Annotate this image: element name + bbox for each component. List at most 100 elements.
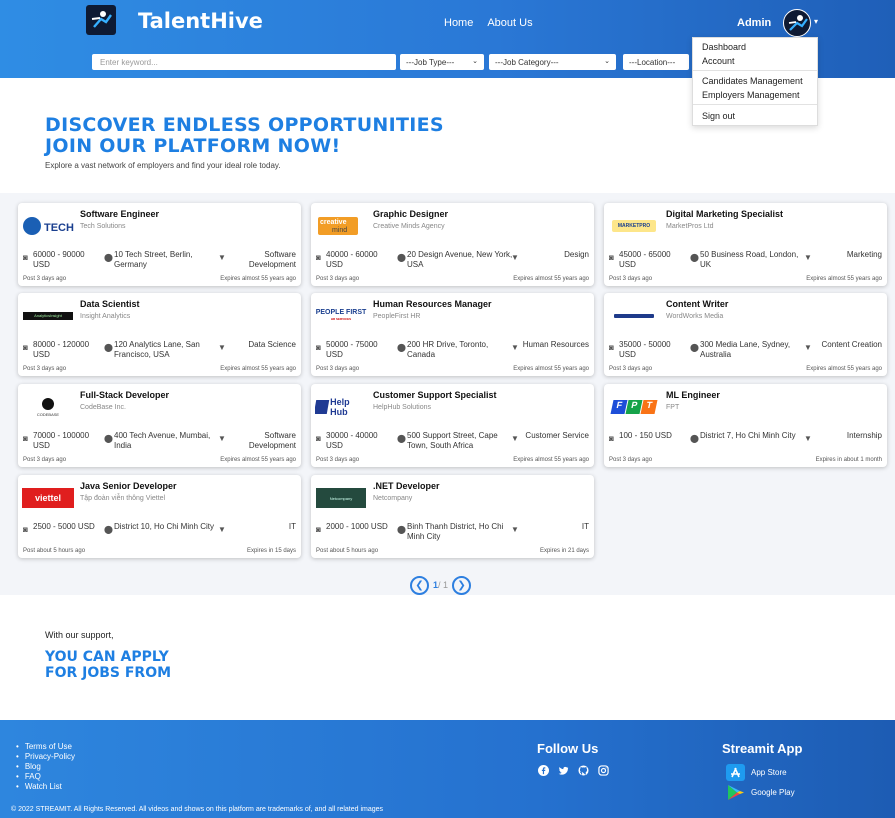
instagram-icon[interactable] [597, 764, 609, 776]
company-name: HelpHub Solutions [373, 404, 431, 411]
job-title[interactable]: Content Writer [666, 299, 728, 309]
page-indicator: 1/ 1 [433, 580, 448, 590]
github-icon[interactable] [577, 764, 589, 776]
user-name[interactable]: Admin [737, 17, 771, 29]
support-line2: FOR JOBS FROM [45, 665, 172, 681]
location-pin-icon: ⬤ [104, 525, 113, 534]
job-card[interactable]: FPT ML Engineer FPT ◙ 100 - 150 USD ⬤ Dist… [604, 384, 887, 467]
location-pin-icon: ⬤ [397, 525, 406, 534]
job-title[interactable]: Customer Support Specialist [373, 390, 497, 400]
menu-account[interactable]: Account [702, 56, 735, 66]
category-text: IT [288, 522, 296, 531]
category-text: Data Science [248, 340, 296, 349]
avatar[interactable] [783, 9, 811, 37]
job-title[interactable]: Java Senior Developer [80, 481, 177, 491]
job-card[interactable]: AnalyticsInsight Data Scientist Insight … [18, 293, 301, 376]
location-text: District 10, Ho Chi Minh City [114, 522, 215, 531]
company-logo-4: PEOPLE FIRST HR SERVICES [315, 309, 367, 321]
nav-about-us[interactable]: About Us [487, 17, 532, 29]
company-name: Netcompany [373, 495, 413, 502]
google-play-label: Google Play [751, 788, 795, 797]
job-title[interactable]: Graphic Designer [373, 209, 448, 219]
footer-link-terms[interactable]: Terms of Use [16, 742, 75, 752]
footer-link-privacy[interactable]: Privacy-Policy [16, 752, 75, 762]
job-card[interactable]: CODEBASE Full-Stack Developer CodeBase I… [18, 384, 301, 467]
job-title[interactable]: ML Engineer [666, 390, 720, 400]
brand-logo-icon[interactable] [86, 5, 116, 35]
filter-icon: ▼ [511, 253, 519, 262]
posted-time: Post 3 days ago [316, 457, 360, 463]
company-name: Insight Analytics [80, 313, 131, 320]
twitter-icon[interactable] [557, 764, 569, 776]
job-title[interactable]: .NET Developer [373, 481, 440, 491]
location-value: ---Location--- [629, 57, 676, 67]
expiry-time: Expires in 15 days [246, 548, 296, 554]
money-icon: ◙ [23, 253, 28, 262]
expiry-time: Expires almost 55 years ago [513, 366, 589, 372]
search-input[interactable] [92, 54, 396, 70]
money-icon: ◙ [316, 253, 321, 262]
footer: Terms of Use Privacy-Policy Blog FAQ Wat… [0, 720, 895, 818]
posted-time: Post about 5 hours ago [23, 548, 86, 554]
filter-icon: ▼ [511, 434, 519, 443]
job-card[interactable]: Help Hub Customer Support Specialist Hel… [311, 384, 594, 467]
job-type-select[interactable]: ---Job Type--- ⌄ [400, 54, 484, 70]
location-select[interactable]: ---Location--- [623, 54, 689, 70]
salary-text: 2500 - 5000 USD [33, 522, 95, 531]
salary-text: 45000 - 65000 USD [619, 250, 671, 269]
job-title[interactable]: Software Engineer [80, 209, 159, 219]
category-text: Software Development [248, 431, 296, 450]
job-category-select[interactable]: ---Job Category--- ⌄ [489, 54, 616, 70]
expiry-time: Expires almost 55 years ago [513, 457, 589, 463]
job-card[interactable]: Netcompany .NET Developer Netcompany ◙ 20… [311, 475, 594, 558]
money-icon: ◙ [23, 525, 28, 534]
money-icon: ◙ [23, 343, 28, 352]
menu-divider [693, 104, 817, 105]
company-logo-5 [608, 299, 660, 333]
category-text: Internship [846, 431, 882, 440]
chevron-down-icon: ⌄ [604, 58, 610, 65]
footer-link-watch-list[interactable]: Watch List [16, 782, 75, 792]
nav-home[interactable]: Home [444, 17, 473, 29]
company-name: CodeBase Inc. [80, 404, 126, 411]
job-card[interactable]: PEOPLE FIRST HR SERVICES Human Resources … [311, 293, 594, 376]
company-name: FPT [666, 404, 680, 411]
job-card[interactable]: creative mind Graphic Designer Creative M… [311, 203, 594, 286]
prev-page-button[interactable]: ❮ [410, 575, 429, 595]
menu-employers-management[interactable]: Employers Management [702, 90, 800, 100]
location-pin-icon: ⬤ [397, 343, 406, 352]
google-play-link[interactable]: Google Play [725, 784, 795, 801]
job-card[interactable]: MARKETPRO Digital Marketing Specialist M… [604, 203, 887, 286]
location-pin-icon: ⬤ [104, 434, 113, 443]
salary-text: 60000 - 90000 USD [33, 250, 85, 269]
job-card[interactable]: TECH Software Engineer Tech Solutions ◙ 6… [18, 203, 301, 286]
menu-divider [693, 70, 817, 71]
menu-sign-out[interactable]: Sign out [702, 111, 735, 121]
copyright: © 2022 STREAMIT. All Rights Reserved. Al… [11, 806, 384, 813]
follow-us-title: Follow Us [537, 741, 599, 756]
app-title: Streamit App [722, 741, 803, 756]
chevron-down-icon[interactable]: ▾ [814, 17, 818, 26]
next-page-button[interactable]: ❯ [452, 575, 472, 595]
job-title[interactable]: Data Scientist [80, 299, 140, 309]
location-pin-icon: ⬤ [690, 434, 699, 443]
google-play-icon [725, 784, 745, 801]
app-store-link[interactable]: App Store [725, 764, 787, 781]
job-card[interactable]: viettel Java Senior Developer Tập đoàn v… [18, 475, 301, 558]
menu-candidates-management[interactable]: Candidates Management [702, 76, 803, 86]
location-pin-icon: ⬤ [397, 434, 406, 443]
menu-dashboard[interactable]: Dashboard [702, 42, 746, 52]
brand-name[interactable]: TalentHive [138, 9, 263, 33]
money-icon: ◙ [316, 525, 321, 534]
job-card[interactable]: Content Writer WordWorks Media ◙ 35000 - … [604, 293, 887, 376]
job-title[interactable]: Human Resources Manager [373, 299, 492, 309]
footer-link-faq[interactable]: FAQ [16, 772, 75, 782]
category-text: Human Resources [522, 340, 589, 349]
facebook-icon[interactable] [537, 764, 549, 776]
footer-link-blog[interactable]: Blog [16, 762, 75, 772]
filter-icon: ▼ [218, 343, 226, 352]
salary-text: 35000 - 50000 USD [619, 340, 671, 359]
job-title[interactable]: Digital Marketing Specialist [666, 209, 783, 219]
job-title[interactable]: Full-Stack Developer [80, 390, 169, 400]
location-pin-icon: ⬤ [690, 343, 699, 352]
